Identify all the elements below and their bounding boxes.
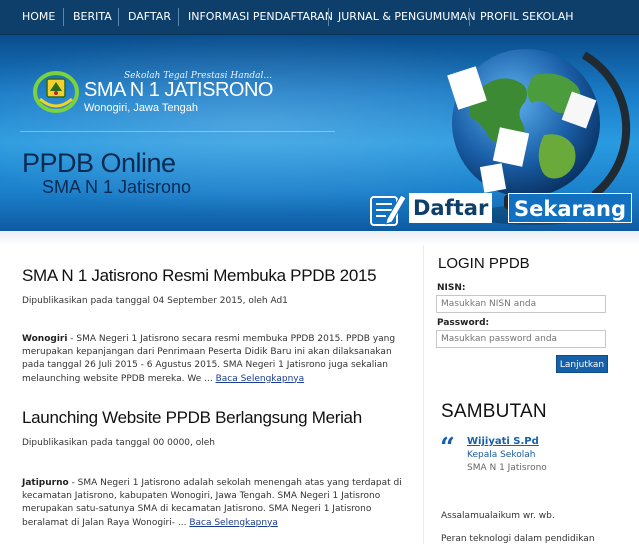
principal-role: Kepala Sekolah <box>467 450 536 460</box>
sekarang-label: Sekarang <box>508 193 633 223</box>
nav-separator <box>118 8 119 26</box>
nav-informasi-pendaftaran[interactable]: INFORMASI PENDAFTARAN <box>188 0 333 34</box>
article-text-1: - SMA Negeri 1 Jatisrono secara resmi me… <box>22 334 396 384</box>
school-logo-icon <box>33 71 79 113</box>
quote-icon: “ <box>440 433 455 463</box>
nav-separator <box>328 8 329 26</box>
nav-daftar[interactable]: DAFTAR <box>128 0 171 34</box>
nav-separator <box>63 8 64 26</box>
nisn-input[interactable] <box>436 295 606 313</box>
article-lead-2: Jatipurno <box>22 478 69 488</box>
article-meta-1: Dipublikasikan pada tanggal 04 September… <box>22 296 288 306</box>
school-location: Wonogiri, Jawa Tengah <box>84 102 198 114</box>
nav-berita[interactable]: BERITA <box>73 0 112 34</box>
article-excerpt-1: Wonogiri - SMA Negeri 1 Jatisrono secara… <box>22 333 412 386</box>
school-name: SMA N 1 JATISRONO <box>84 79 273 101</box>
nav-profil-sekolah[interactable]: PROFIL SEKOLAH <box>480 0 574 34</box>
password-label: Password: <box>437 318 490 328</box>
sambutan-greeting: Assalamualaikum wr. wb. <box>441 511 555 521</box>
nav-home[interactable]: HOME <box>22 0 55 34</box>
column-divider <box>423 245 424 544</box>
read-more-link-2[interactable]: Baca Selengkapnya <box>189 518 278 528</box>
article-title-2[interactable]: Launching Website PPDB Berlangsung Meria… <box>22 408 362 428</box>
nav-jurnal-pengumuman[interactable]: JURNAL & PENGUMUMAN <box>338 0 476 34</box>
nav-separator <box>469 8 470 26</box>
sambutan-title: SAMBUTAN <box>441 401 547 422</box>
article-meta-2: Dipublikasikan pada tanggal 00 0000, ole… <box>22 438 216 448</box>
daftar-label: Daftar <box>409 193 493 223</box>
header-band <box>0 231 639 245</box>
lanjutkan-button[interactable]: Lanjutkan <box>556 355 608 373</box>
header-banner: Sekolah Tegal Prestasi Handal... SMA N 1… <box>0 35 639 231</box>
article-excerpt-2: Jatipurno - SMA Negeri 1 Jatisrono adala… <box>22 477 412 530</box>
article-title-1[interactable]: SMA N 1 Jatisrono Resmi Membuka PPDB 201… <box>22 266 377 286</box>
article-lead-1: Wonogiri <box>22 334 68 344</box>
nav-separator <box>178 8 179 26</box>
pencil-form-icon <box>370 194 407 226</box>
daftar-sekarang-button[interactable]: Daftar Sekarang <box>365 187 635 231</box>
password-input[interactable] <box>436 330 606 348</box>
login-title: LOGIN PPDB <box>438 255 530 272</box>
sambutan-intro: Peran teknologi dalam pendidikan <box>441 534 595 544</box>
header-divider <box>20 131 335 132</box>
top-navigation: HOME BERITA DAFTAR INFORMASI PENDAFTARAN… <box>0 0 639 35</box>
read-more-link-1[interactable]: Baca Selengkapnya <box>216 374 305 384</box>
ppdb-subtitle: SMA N 1 Jatisrono <box>42 177 192 197</box>
principal-school: SMA N 1 Jatisrono <box>467 463 547 473</box>
principal-name-link[interactable]: Wijiyati S.Pd <box>467 436 539 447</box>
ppdb-title: PPDB Online <box>22 148 176 178</box>
nisn-label: NISN: <box>437 283 466 293</box>
